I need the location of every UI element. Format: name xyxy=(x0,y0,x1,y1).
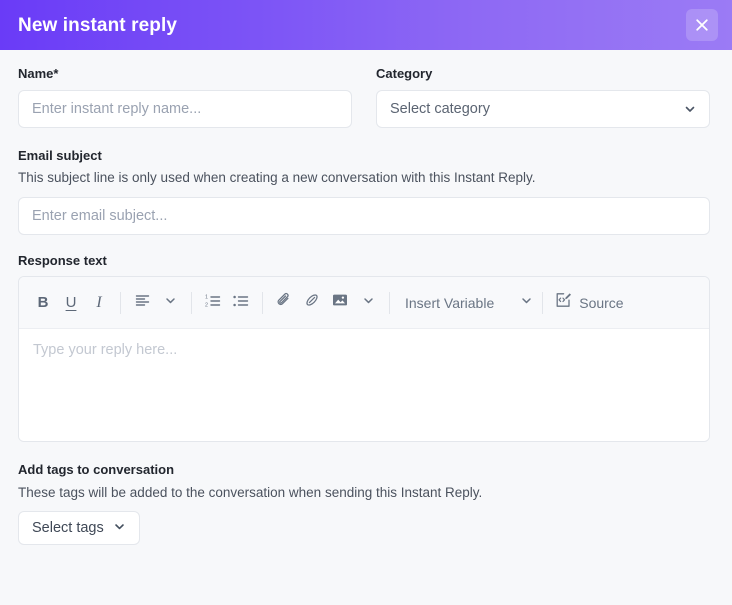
response-text-placeholder: Type your reply here... xyxy=(33,342,178,359)
name-category-row: Name* Category Select category xyxy=(18,66,710,128)
rich-text-editor: B U I 1 2 Insert Variable Source Type yo… xyxy=(18,276,710,443)
modal-header: New instant reply xyxy=(0,0,732,50)
source-button[interactable]: Source xyxy=(550,291,627,314)
align-dropdown-button[interactable] xyxy=(156,288,184,318)
chevron-down-icon xyxy=(113,520,126,536)
tags-group: Add tags to conversation These tags will… xyxy=(18,462,710,546)
attachment-button[interactable] xyxy=(270,288,298,318)
email-subject-help: This subject line is only used when crea… xyxy=(18,170,536,186)
close-icon xyxy=(694,17,710,33)
chevron-down-icon xyxy=(683,102,697,116)
toolbar-divider xyxy=(120,291,121,314)
category-field-group: Category Select category xyxy=(376,66,710,128)
italic-button[interactable]: I xyxy=(85,288,113,318)
link-button[interactable] xyxy=(298,288,326,318)
name-label: Name* xyxy=(18,66,59,81)
toolbar-divider xyxy=(389,291,390,314)
tags-help: These tags will be added to the conversa… xyxy=(18,484,483,500)
align-left-icon xyxy=(134,292,151,314)
page-title: New instant reply xyxy=(18,14,178,36)
response-text-editor-area[interactable]: Type your reply here... xyxy=(19,329,709,442)
italic-label: I xyxy=(96,293,102,311)
select-tags-label: Select tags xyxy=(32,520,104,537)
category-select[interactable]: Select category xyxy=(376,89,710,128)
numbered-list-icon: 1 2 xyxy=(204,292,222,314)
chevron-down-icon xyxy=(362,294,375,312)
toolbar-divider xyxy=(191,291,192,314)
name-field-group: Name* xyxy=(18,66,352,128)
bold-label: B xyxy=(37,294,49,312)
bold-button[interactable]: B xyxy=(29,288,57,318)
toolbar-divider xyxy=(542,291,544,314)
svg-text:1: 1 xyxy=(205,294,208,300)
underline-label: U xyxy=(65,294,77,312)
image-icon xyxy=(331,291,349,314)
email-subject-group: Email subject This subject line is only … xyxy=(18,148,710,235)
bullet-list-icon xyxy=(232,292,250,314)
link-icon xyxy=(303,291,321,314)
source-label: Source xyxy=(579,294,624,311)
svg-text:2: 2 xyxy=(205,302,208,308)
image-button[interactable] xyxy=(326,288,354,318)
toolbar-divider xyxy=(262,291,263,314)
tags-label: Add tags to conversation xyxy=(18,462,175,478)
chevron-down-icon xyxy=(164,294,177,312)
chevron-down-icon xyxy=(520,294,533,312)
email-subject-input[interactable] xyxy=(18,196,710,235)
insert-variable-dropdown[interactable]: Insert Variable xyxy=(397,294,535,312)
close-button[interactable] xyxy=(686,9,718,41)
name-input[interactable] xyxy=(18,89,352,128)
numbered-list-button[interactable]: 1 2 xyxy=(199,288,227,318)
underline-button[interactable]: U xyxy=(57,288,85,318)
align-left-button[interactable] xyxy=(128,288,156,318)
insert-variable-label: Insert Variable xyxy=(405,294,495,311)
editor-toolbar: B U I 1 2 Insert Variable Source xyxy=(19,277,709,330)
bullet-list-button[interactable] xyxy=(227,288,255,318)
image-dropdown-button[interactable] xyxy=(354,288,382,318)
category-label: Category xyxy=(376,66,433,81)
paperclip-icon xyxy=(275,291,293,314)
source-code-icon xyxy=(554,291,572,314)
email-subject-label: Email subject xyxy=(18,147,102,163)
response-text-label: Response text xyxy=(18,252,107,268)
select-tags-button[interactable]: Select tags xyxy=(18,511,140,546)
response-text-group: Response text B U I 1 2 Insert Variable … xyxy=(18,253,710,443)
category-select-value: Select category xyxy=(390,100,490,117)
modal-body: Name* Category Select category Email sub… xyxy=(0,50,732,546)
